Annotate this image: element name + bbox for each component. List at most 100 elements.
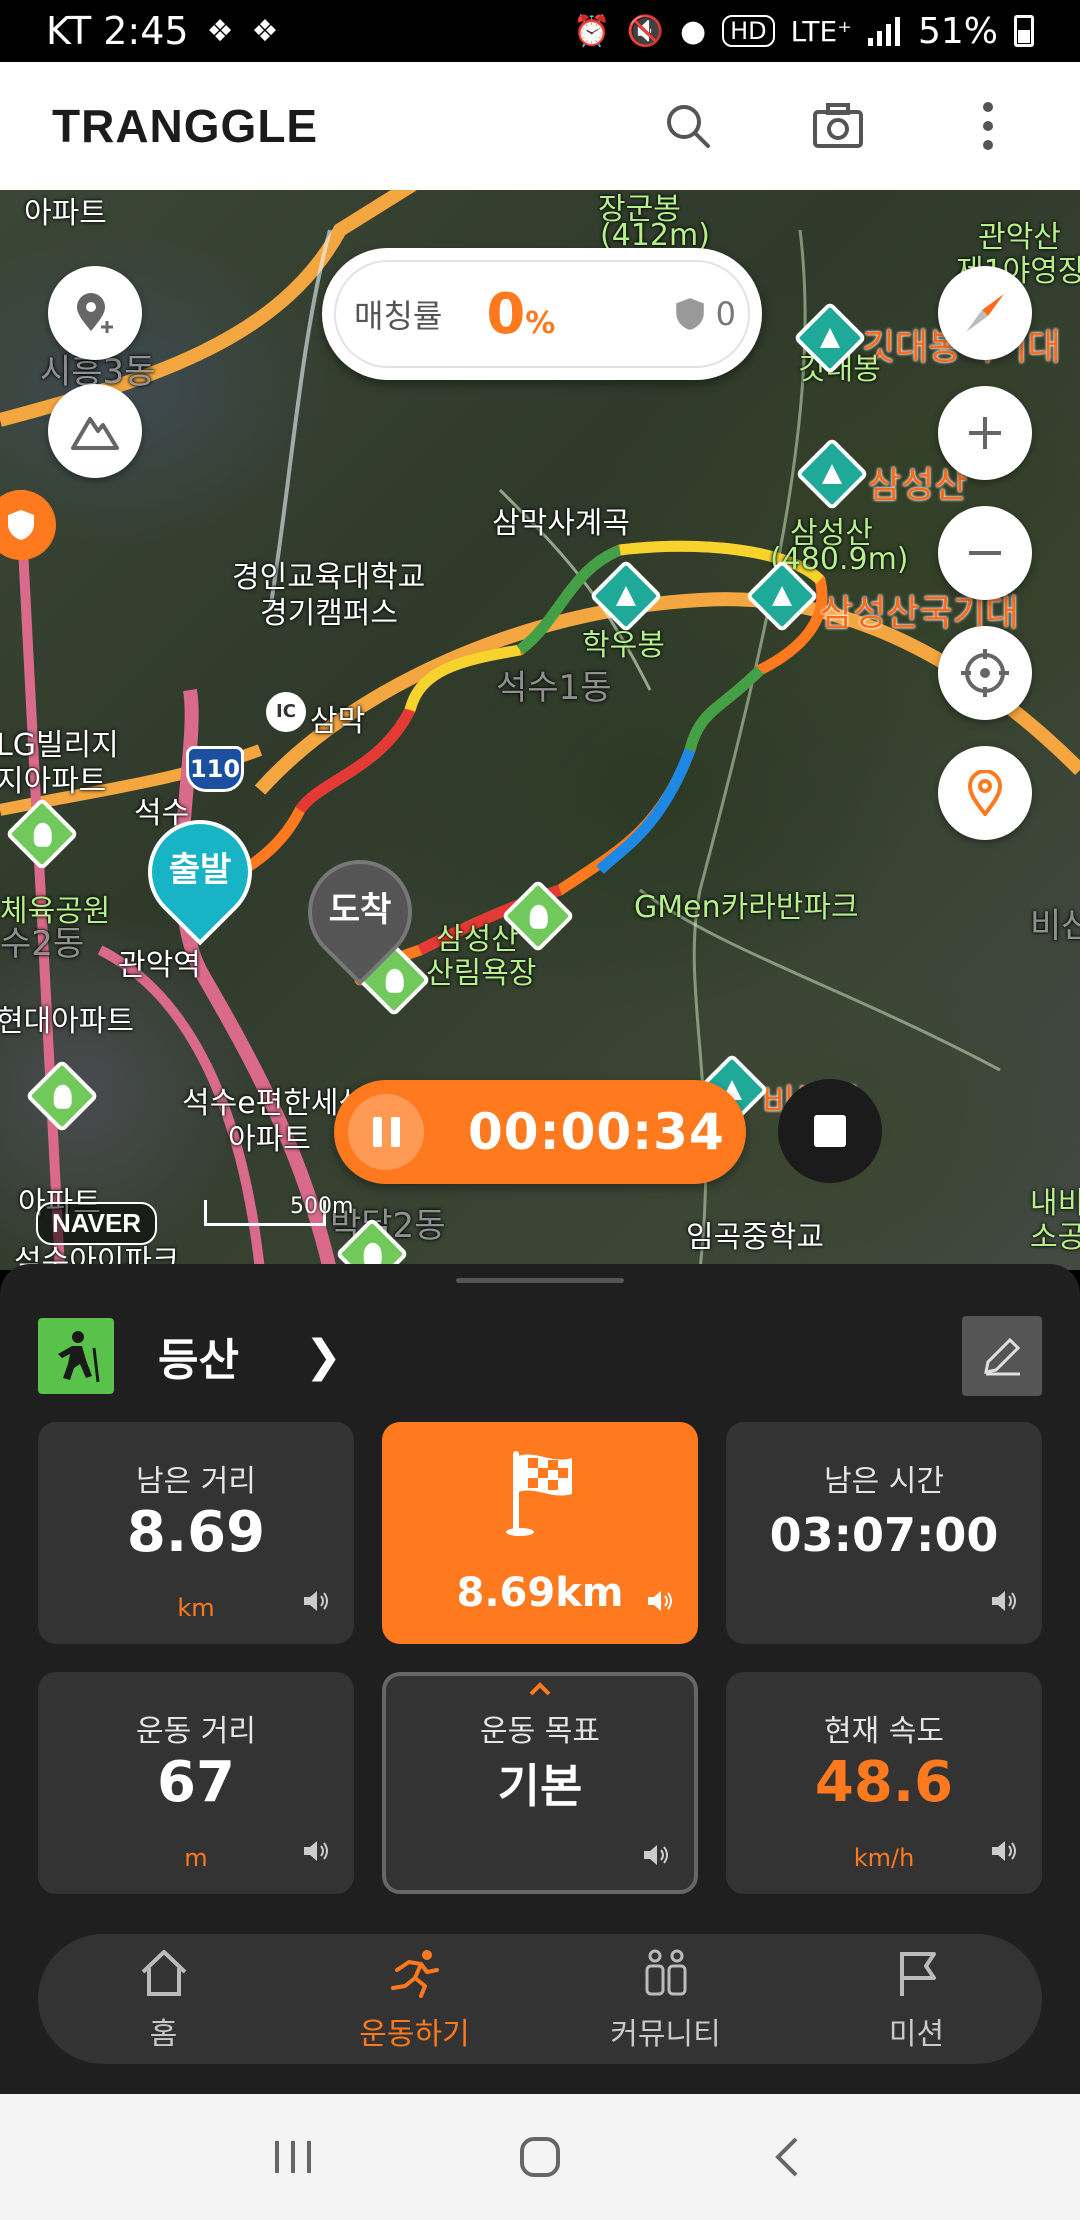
card-value: 8.69 <box>126 1500 266 1565</box>
match-rate-label: 매칭률 <box>354 297 443 335</box>
map-label: 삼막사계곡 <box>492 506 630 541</box>
activity-name: 등산 <box>158 1335 239 1386</box>
search-button[interactable] <box>648 86 728 166</box>
card-label: 남은 거리 <box>136 1464 256 1499</box>
home-icon <box>141 1950 186 1996</box>
network-label: LTE⁺ <box>790 14 852 48</box>
home-button[interactable] <box>495 2122 585 2192</box>
map-view[interactable]: 아파트 장군봉 (412m) 관악산 제1야영장 깃대봉국기대 깃대봉 삼성산 … <box>0 190 1080 1270</box>
chevron-right-icon: ❯ <box>304 1330 342 1382</box>
map-label: 석수1동 <box>496 668 612 708</box>
search-icon <box>667 105 710 148</box>
footprint-icon: ❖ <box>206 13 234 49</box>
checkered-flag-icon <box>506 1451 572 1536</box>
elapsed-time: 00:00:34 <box>468 1103 725 1161</box>
current-speed-card[interactable]: 현재 속도 48.6 km/h <box>726 1672 1042 1894</box>
shield-icon <box>8 510 34 540</box>
map-scale-label: 500m <box>290 1194 354 1219</box>
workout-distance-card[interactable]: 운동 거리 67 m <box>38 1672 354 1894</box>
card-value: 03:07:00 <box>769 1508 999 1562</box>
my-location-button[interactable] <box>938 626 1032 720</box>
stop-button[interactable] <box>778 1079 882 1183</box>
highway-shield: 110 <box>186 746 244 792</box>
bottom-nav: 홈 운동하기 커뮤니티 미션 <box>38 1934 1042 2064</box>
map-label: 현대아파트 <box>0 1004 134 1039</box>
mountain-icon <box>71 417 119 450</box>
crosshair-icon <box>961 649 1009 697</box>
ic-badge: IC <box>266 692 306 732</box>
goal-distance-card[interactable]: 8.69km <box>382 1422 698 1644</box>
shield-icon <box>675 298 704 330</box>
shield-count: 0 <box>674 295 736 333</box>
running-icon <box>390 1950 439 1998</box>
edit-button[interactable] <box>962 1316 1042 1396</box>
card-label: 남은 시간 <box>824 1464 944 1499</box>
speaker-icon[interactable] <box>642 1842 672 1868</box>
start-marker-label: 출발 <box>168 850 232 890</box>
camera-button[interactable] <box>798 86 878 166</box>
nav-mission[interactable]: 미션 <box>791 1945 1042 2053</box>
map-label: 산림욕장 <box>426 956 537 991</box>
chevron-up-icon <box>529 1682 551 1696</box>
nav-label: 커뮤니티 <box>610 2017 721 2052</box>
pencil-icon <box>984 1337 1021 1376</box>
workout-timer: 00:00:34 <box>334 1080 746 1184</box>
place-pin-button[interactable] <box>938 746 1032 840</box>
map-label: 삼막 <box>310 704 366 739</box>
map-label: GMen카라반파크 <box>634 890 859 925</box>
hd-icon: HD <box>722 15 775 47</box>
recent-apps-button[interactable] <box>248 2122 338 2192</box>
speaker-icon[interactable] <box>990 1838 1020 1864</box>
battery-icon <box>1014 15 1034 47</box>
footprint-icon: ❖ <box>251 13 279 49</box>
zoom-in-button[interactable] <box>938 386 1032 480</box>
community-icon <box>645 1949 686 1996</box>
mountain-filter-button[interactable] <box>48 384 142 478</box>
speaker-icon[interactable] <box>990 1588 1020 1614</box>
status-bar: KT 2:45 ❖ ❖ ⏰ 🔇 ● HD LTE⁺ 51% <box>0 0 1080 62</box>
alarm-icon: ⏰ <box>573 13 611 49</box>
speaker-icon[interactable] <box>302 1588 332 1614</box>
map-label: 관악역 <box>118 948 201 983</box>
camera-icon <box>813 103 863 148</box>
nav-label: 홈 <box>149 2017 178 2052</box>
back-button[interactable] <box>742 2122 832 2192</box>
add-location-icon <box>77 293 113 333</box>
nav-community[interactable]: 커뮤니티 <box>540 1945 791 2053</box>
remaining-distance-card[interactable]: 남은 거리 8.69 km <box>38 1422 354 1644</box>
status-time: KT 2:45 <box>46 9 189 53</box>
system-nav-bar <box>0 2094 1080 2220</box>
remaining-time-card[interactable]: 남은 시간 03:07:00 <box>726 1422 1042 1644</box>
compass-icon <box>966 294 1004 332</box>
more-vertical-icon <box>983 102 993 150</box>
map-label: 비산 <box>1030 906 1080 946</box>
activity-selector[interactable]: 등산 ❯ <box>38 1316 1042 1396</box>
naver-logo: NAVER <box>36 1202 158 1245</box>
speaker-icon[interactable] <box>302 1838 332 1864</box>
card-value: 67 <box>157 1750 235 1815</box>
back-icon <box>774 2137 798 2177</box>
location-pin-icon <box>967 770 1003 816</box>
more-menu-button[interactable] <box>948 86 1028 166</box>
map-label: 아파트 <box>228 1122 311 1157</box>
workout-goal-card[interactable]: 운동 목표 기본 <box>382 1672 698 1894</box>
match-rate-value: 0% <box>486 281 556 347</box>
mute-icon: 🔇 <box>626 13 664 49</box>
compass-button[interactable] <box>938 266 1032 360</box>
recent-apps-icon <box>275 2141 312 2173</box>
flag-icon <box>899 1952 936 1996</box>
pause-button[interactable] <box>348 1094 424 1170</box>
zoom-out-button[interactable] <box>938 506 1032 600</box>
app-logo: TRANGGLE <box>52 100 319 152</box>
map-label: 아파트 <box>24 196 107 231</box>
signal-icon <box>867 17 900 46</box>
card-value: 기본 <box>497 1759 583 1813</box>
workout-panel: 등산 ❯ 남은 거리 8.69 km 8.69km 남은 시간 03:07:00… <box>0 1264 1080 2094</box>
plus-icon <box>969 417 1001 449</box>
add-location-button[interactable] <box>48 266 142 360</box>
drag-handle[interactable] <box>456 1278 624 1283</box>
nav-home[interactable]: 홈 <box>38 1945 289 2053</box>
map-label: 소공 <box>1030 1220 1080 1255</box>
speaker-icon[interactable] <box>646 1588 676 1614</box>
nav-workout[interactable]: 운동하기 <box>289 1945 540 2053</box>
